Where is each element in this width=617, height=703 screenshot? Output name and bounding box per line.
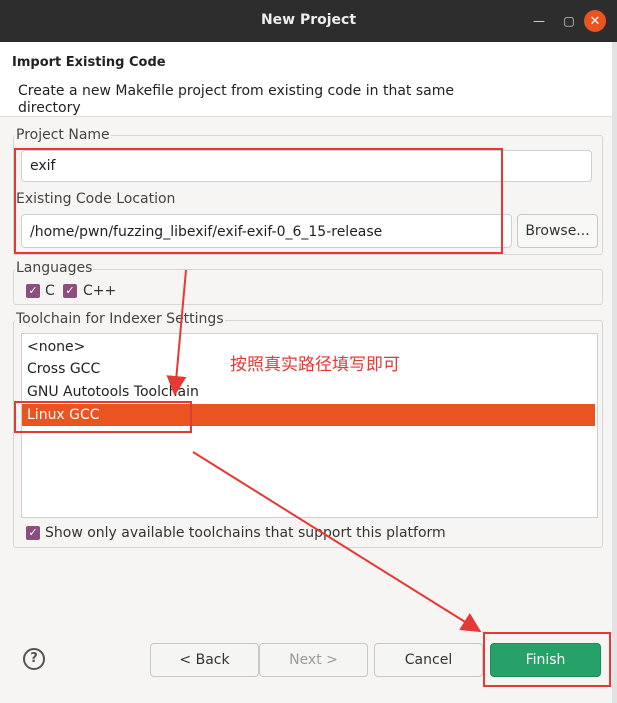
lang-c-label: C — [45, 283, 55, 299]
page-title: Import Existing Code — [12, 55, 166, 70]
scroll-strip — [612, 42, 617, 703]
new-project-dialog: New Project — ▢ ✕ Import Existing Code C… — [0, 0, 617, 703]
close-icon[interactable]: ✕ — [584, 10, 606, 32]
lang-cpp-label: C++ — [83, 283, 117, 299]
minimize-icon[interactable]: — — [528, 10, 550, 32]
lang-c-checkbox[interactable]: ✓ — [26, 284, 40, 298]
finish-button[interactable]: Finish — [490, 643, 601, 677]
browse-button[interactable]: Browse... — [517, 214, 598, 248]
toolchain-item-linux-gcc[interactable]: Linux GCC — [22, 404, 595, 426]
title-bar: New Project — ▢ ✕ — [0, 0, 617, 42]
back-button[interactable]: < Back — [150, 643, 259, 677]
lang-cpp-checkbox[interactable]: ✓ — [63, 284, 77, 298]
code-location-input[interactable]: /home/pwn/fuzzing_libexif/exif-exif-0_6_… — [21, 214, 512, 248]
show-only-checkbox[interactable]: ✓ — [26, 526, 40, 540]
project-name-value: exif — [30, 158, 56, 174]
code-location-value: /home/pwn/fuzzing_libexif/exif-exif-0_6_… — [30, 224, 383, 240]
help-icon[interactable]: ? — [23, 648, 45, 670]
maximize-icon[interactable]: ▢ — [558, 10, 580, 32]
annotation-text: 按照真实路径填写即可 — [230, 355, 400, 375]
project-name-input[interactable]: exif — [21, 150, 592, 182]
toolchain-label: Toolchain for Indexer Settings — [15, 311, 225, 327]
window-title: New Project — [260, 12, 357, 28]
next-button[interactable]: Next > — [259, 643, 368, 677]
cancel-button[interactable]: Cancel — [374, 643, 483, 677]
code-location-label: Existing Code Location — [15, 191, 177, 207]
show-only-label: Show only available toolchains that supp… — [45, 525, 446, 541]
languages-label: Languages — [15, 260, 94, 276]
toolchain-item-gnu-autotools[interactable]: GNU Autotools Toolchain — [22, 381, 595, 403]
project-name-label: Project Name — [15, 127, 111, 143]
wizard-header: Import Existing Code Create a new Makefi… — [0, 42, 612, 117]
page-description: Create a new Makefile project from exist… — [18, 83, 454, 116]
